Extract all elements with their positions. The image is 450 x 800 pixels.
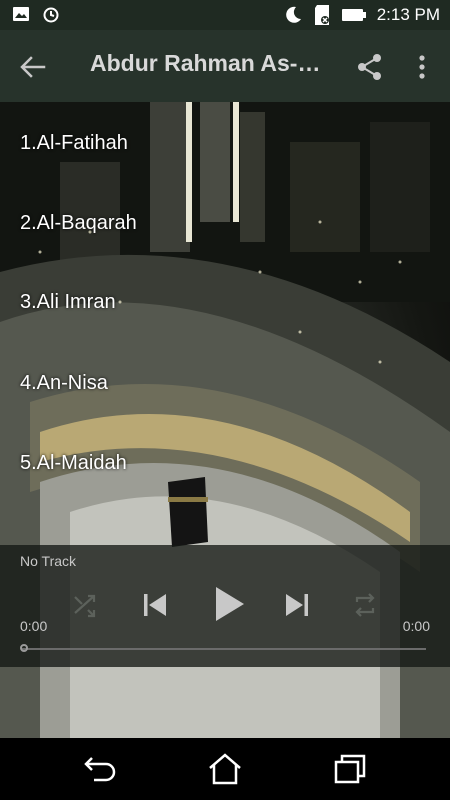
surah-item-5[interactable]: 5.Al-Maidah	[20, 452, 127, 475]
image-icon	[13, 7, 29, 21]
media-player: No Track 0:00 0:00	[0, 545, 450, 667]
page-title: Abdur Rahman As-…	[90, 50, 321, 76]
share-icon[interactable]	[355, 52, 385, 82]
system-navigation-bar	[0, 738, 450, 800]
repeat-icon[interactable]	[352, 592, 378, 618]
do-not-disturb-moon-icon	[285, 6, 301, 23]
app-bar: Abdur Rahman As-…	[0, 30, 450, 102]
more-vert-icon[interactable]	[414, 52, 430, 82]
status-left-icons	[12, 6, 60, 24]
status-time: 2:13 PM	[376, 5, 440, 24]
arrow-back-icon[interactable]	[18, 52, 48, 82]
surah-item-3[interactable]: 3.Ali Imran	[20, 291, 116, 314]
skip-previous-icon[interactable]	[140, 590, 170, 620]
play-icon[interactable]	[212, 585, 246, 623]
status-right-icons: 2:13 PM	[283, 4, 440, 26]
surah-item-1[interactable]: 1.Al-Fatihah	[20, 132, 128, 155]
seek-bar[interactable]	[22, 648, 426, 650]
status-bar: 2:13 PM	[0, 0, 450, 30]
shuffle-icon[interactable]	[72, 592, 98, 618]
skip-next-icon[interactable]	[282, 590, 312, 620]
recents-icon[interactable]	[332, 752, 368, 786]
surah-item-4[interactable]: 4.An-Nisa	[20, 372, 108, 395]
total-duration: 0:00	[402, 618, 430, 634]
sync-icon	[43, 7, 59, 23]
elapsed-time: 0:00	[20, 618, 48, 634]
battery-icon	[341, 9, 366, 21]
surah-item-2[interactable]: 2.Al-Baqarah	[20, 212, 137, 235]
seek-thumb[interactable]	[20, 644, 28, 652]
sd-card-icon	[314, 5, 329, 25]
track-title: No Track	[20, 553, 77, 569]
back-nav-icon[interactable]	[82, 752, 118, 786]
home-icon[interactable]	[207, 752, 243, 786]
